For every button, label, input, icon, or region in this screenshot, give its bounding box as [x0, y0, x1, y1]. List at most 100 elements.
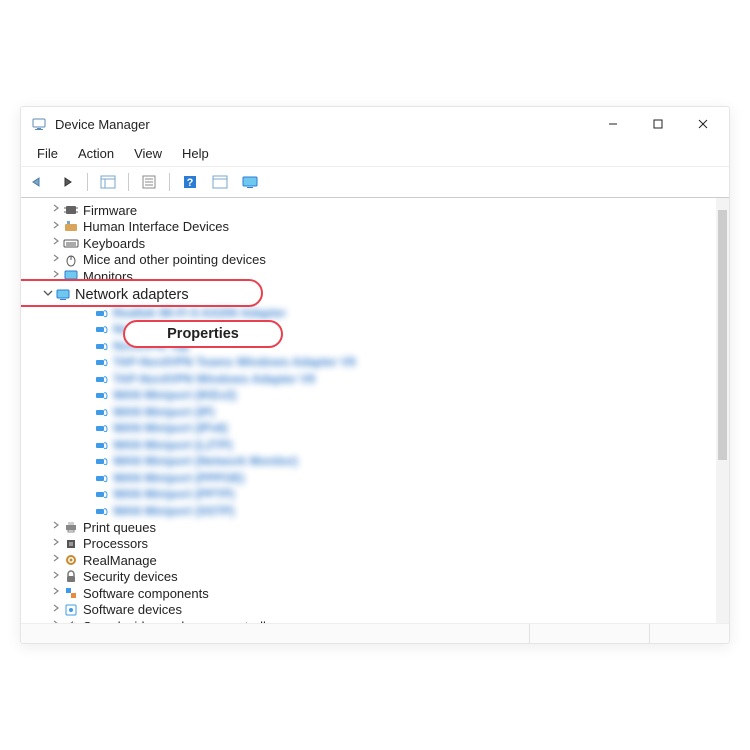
expander-icon[interactable] [49, 570, 63, 584]
menu-help[interactable]: Help [172, 143, 219, 164]
properties-context-item[interactable]: Properties [123, 320, 283, 348]
tree-item-label: Software components [83, 586, 209, 601]
menu-action[interactable]: Action [68, 143, 124, 164]
maximize-button[interactable] [635, 109, 680, 139]
expander-icon[interactable] [49, 619, 63, 623]
tree-item-label: Monitors [83, 269, 133, 284]
tree-item-label: WAN Miniport (IP) [113, 405, 214, 419]
tree-item-label: Firmware [83, 203, 137, 218]
toolbar: ? [21, 167, 729, 198]
tree-item-label: Mice and other pointing devices [83, 252, 266, 267]
tree-category-network-adapters[interactable]: Network adapters [27, 285, 729, 305]
printer-icon [63, 519, 79, 535]
network-adapter-item[interactable]: Realtek Wi-Fi 6 AX200 Adapter [27, 305, 729, 322]
expander-icon[interactable] [49, 537, 63, 551]
tree-item-label: RealManage [83, 553, 157, 568]
network-adapter-item[interactable]: WAN Miniport (SSTP) [27, 503, 729, 520]
swdev-icon [63, 602, 79, 618]
adapter-icon [93, 486, 109, 502]
tree-category[interactable]: Security devices [27, 569, 729, 586]
expander-icon[interactable] [49, 520, 63, 534]
window-controls [590, 109, 725, 139]
properties-toolbar-button[interactable] [137, 171, 161, 193]
device-manager-window: Device Manager File Action View Help ? F… [20, 106, 730, 644]
expander-icon[interactable] [49, 553, 63, 567]
tree-category[interactable]: Print queues [27, 519, 729, 536]
expander-icon[interactable] [49, 603, 63, 617]
tree-item-label: Network adapters [75, 287, 189, 303]
sound-icon [63, 618, 79, 623]
app-icon [31, 116, 47, 132]
expander-icon[interactable] [49, 220, 63, 234]
tree-category[interactable]: Monitors [27, 268, 729, 285]
titlebar: Device Manager [21, 107, 729, 141]
forward-button[interactable] [55, 171, 79, 193]
menu-view[interactable]: View [124, 143, 172, 164]
expander-icon[interactable] [49, 586, 63, 600]
adapter-icon [93, 338, 109, 354]
adapter-icon [93, 404, 109, 420]
network-adapter-item[interactable]: TAP-NordVPN Windows Adapter V9 [27, 371, 729, 388]
tree-item-label: Processors [83, 536, 148, 551]
statusbar [21, 623, 729, 643]
device-tree-area: FirmwareHuman Interface Devices Keyboards… [21, 198, 729, 623]
svg-text:?: ? [187, 177, 194, 189]
status-cell-1 [21, 624, 529, 643]
network-adapter-item[interactable]: WAN Miniport (PPPOE) [27, 470, 729, 487]
tree-item-label: WAN Miniport (IKEv2) [113, 388, 236, 402]
tree-category[interactable]: Sound, video and game controllers [27, 618, 729, 623]
network-adapter-item[interactable]: WAN Miniport (PPTP) [27, 486, 729, 503]
expander-icon[interactable] [49, 253, 63, 267]
tree-item-label: WAN Miniport (IPv6) [113, 421, 228, 435]
tree-item-label: Security devices [83, 569, 178, 584]
tree-category[interactable]: RealManage [27, 552, 729, 569]
expander-icon[interactable] [49, 269, 63, 283]
expander-icon[interactable] [49, 203, 63, 217]
tree-item-label: WAN Miniport (PPTP) [113, 487, 234, 501]
status-cell-2 [529, 624, 649, 643]
adapter-icon [93, 420, 109, 436]
network-adapter-item[interactable]: WAN Miniport (Network Monitor) [27, 453, 729, 470]
scroll-thumb[interactable] [718, 210, 727, 460]
tree-item-label: Print queues [83, 520, 156, 535]
hid-icon [63, 219, 79, 235]
tree-item-label: TAP-NordVPN Windows Adapter V9 [113, 372, 315, 386]
status-cell-3 [649, 624, 729, 643]
tree-item-label: Human Interface Devices [83, 219, 229, 234]
lock-icon [63, 569, 79, 585]
adapter-icon [93, 437, 109, 453]
tree-category[interactable]: Human Interface Devices [27, 219, 729, 236]
close-button[interactable] [680, 109, 725, 139]
help-button[interactable]: ? [178, 171, 202, 193]
tree-category[interactable]: Mice and other pointing devices [27, 252, 729, 269]
tree-item-label: Software devices [83, 602, 182, 617]
scan-button[interactable] [208, 171, 232, 193]
vertical-scrollbar[interactable] [716, 198, 729, 623]
expander-icon[interactable] [41, 288, 55, 302]
network-adapter-item[interactable]: WAN Miniport (IPv6) [27, 420, 729, 437]
back-button[interactable] [25, 171, 49, 193]
gear-icon [63, 552, 79, 568]
network-adapter-item[interactable]: WAN Miniport (IKEv2) [27, 387, 729, 404]
network-adapter-item[interactable]: WAN Miniport (L2TP) [27, 437, 729, 454]
display-button[interactable] [238, 171, 262, 193]
device-tree[interactable]: FirmwareHuman Interface Devices Keyboards… [21, 198, 729, 623]
separator [87, 173, 88, 191]
tree-category[interactable]: Software devices [27, 602, 729, 619]
tree-category[interactable]: Firmware [27, 202, 729, 219]
network-adapter-item[interactable]: TAP-NordVPN Teams Windows Adapter V9 [27, 354, 729, 371]
tree-category[interactable]: Software components [27, 585, 729, 602]
tree-item-label: Realtek Wi-Fi 6 AX200 Adapter [113, 306, 286, 320]
adapter-icon [93, 503, 109, 519]
adapter-icon [93, 321, 109, 337]
menu-file[interactable]: File [27, 143, 68, 164]
show-hide-tree-button[interactable] [96, 171, 120, 193]
expander-icon[interactable] [49, 236, 63, 250]
network-adapter-item[interactable]: WAN Miniport (IP) [27, 404, 729, 421]
tree-item-label: WAN Miniport (L2TP) [113, 438, 232, 452]
tree-category[interactable]: Processors [27, 536, 729, 553]
mouse-icon [63, 252, 79, 268]
minimize-button[interactable] [590, 109, 635, 139]
tree-category[interactable]: Keyboards [27, 235, 729, 252]
tree-item-label: Keyboards [83, 236, 145, 251]
